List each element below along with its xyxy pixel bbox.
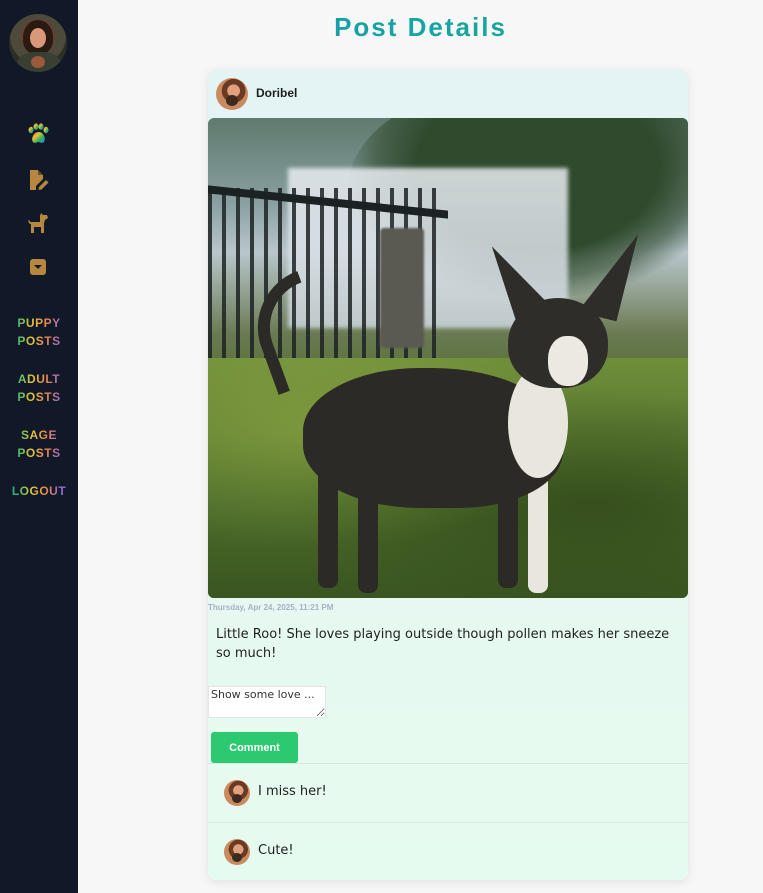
logout-link[interactable]: LOGOUT: [0, 482, 78, 500]
puppy-posts-link[interactable]: PUPPY POSTS: [0, 314, 78, 350]
page-title: Post Details: [78, 12, 763, 43]
comment-item: Cute!: [208, 822, 688, 880]
post-card: Doribel Thursday, Apr 24, 2025, 11:21 PM…: [208, 70, 688, 880]
comment-input[interactable]: [208, 686, 326, 718]
user-avatar[interactable]: [9, 14, 67, 72]
author-avatar[interactable]: [216, 78, 248, 110]
archive-box-icon[interactable]: [25, 254, 51, 280]
puppy-posts-line2: POSTS: [17, 334, 61, 348]
adult-posts-line2: POSTS: [17, 390, 61, 404]
post-photo: [208, 118, 688, 598]
paw-icon[interactable]: [25, 121, 51, 147]
commenter-avatar[interactable]: [224, 780, 250, 806]
puppy-posts-line1: PUPPY: [17, 316, 61, 330]
adult-posts-link[interactable]: ADULT POSTS: [0, 370, 78, 406]
sidebar: PUPPY POSTS ADULT POSTS SAGE POSTS LOGOU…: [0, 0, 78, 893]
sage-posts-line2: POSTS: [17, 446, 61, 460]
post-header: Doribel: [208, 70, 688, 118]
comment-text: Cute!: [258, 843, 294, 858]
file-pen-icon[interactable]: [25, 167, 51, 193]
post-timestamp: Thursday, Apr 24, 2025, 11:21 PM: [208, 603, 334, 612]
comment-button[interactable]: Comment: [211, 732, 298, 763]
sage-posts-link[interactable]: SAGE POSTS: [0, 426, 78, 462]
author-name[interactable]: Doribel: [256, 86, 297, 100]
adult-posts-line1: ADULT: [17, 372, 61, 386]
dog-icon[interactable]: [25, 210, 51, 236]
commenter-avatar[interactable]: [224, 839, 250, 865]
post-caption: Little Roo! She loves playing outside th…: [216, 627, 670, 661]
sage-posts-line1: SAGE: [20, 428, 57, 442]
comment-text: I miss her!: [258, 784, 327, 799]
comment-item: I miss her!: [208, 763, 688, 822]
